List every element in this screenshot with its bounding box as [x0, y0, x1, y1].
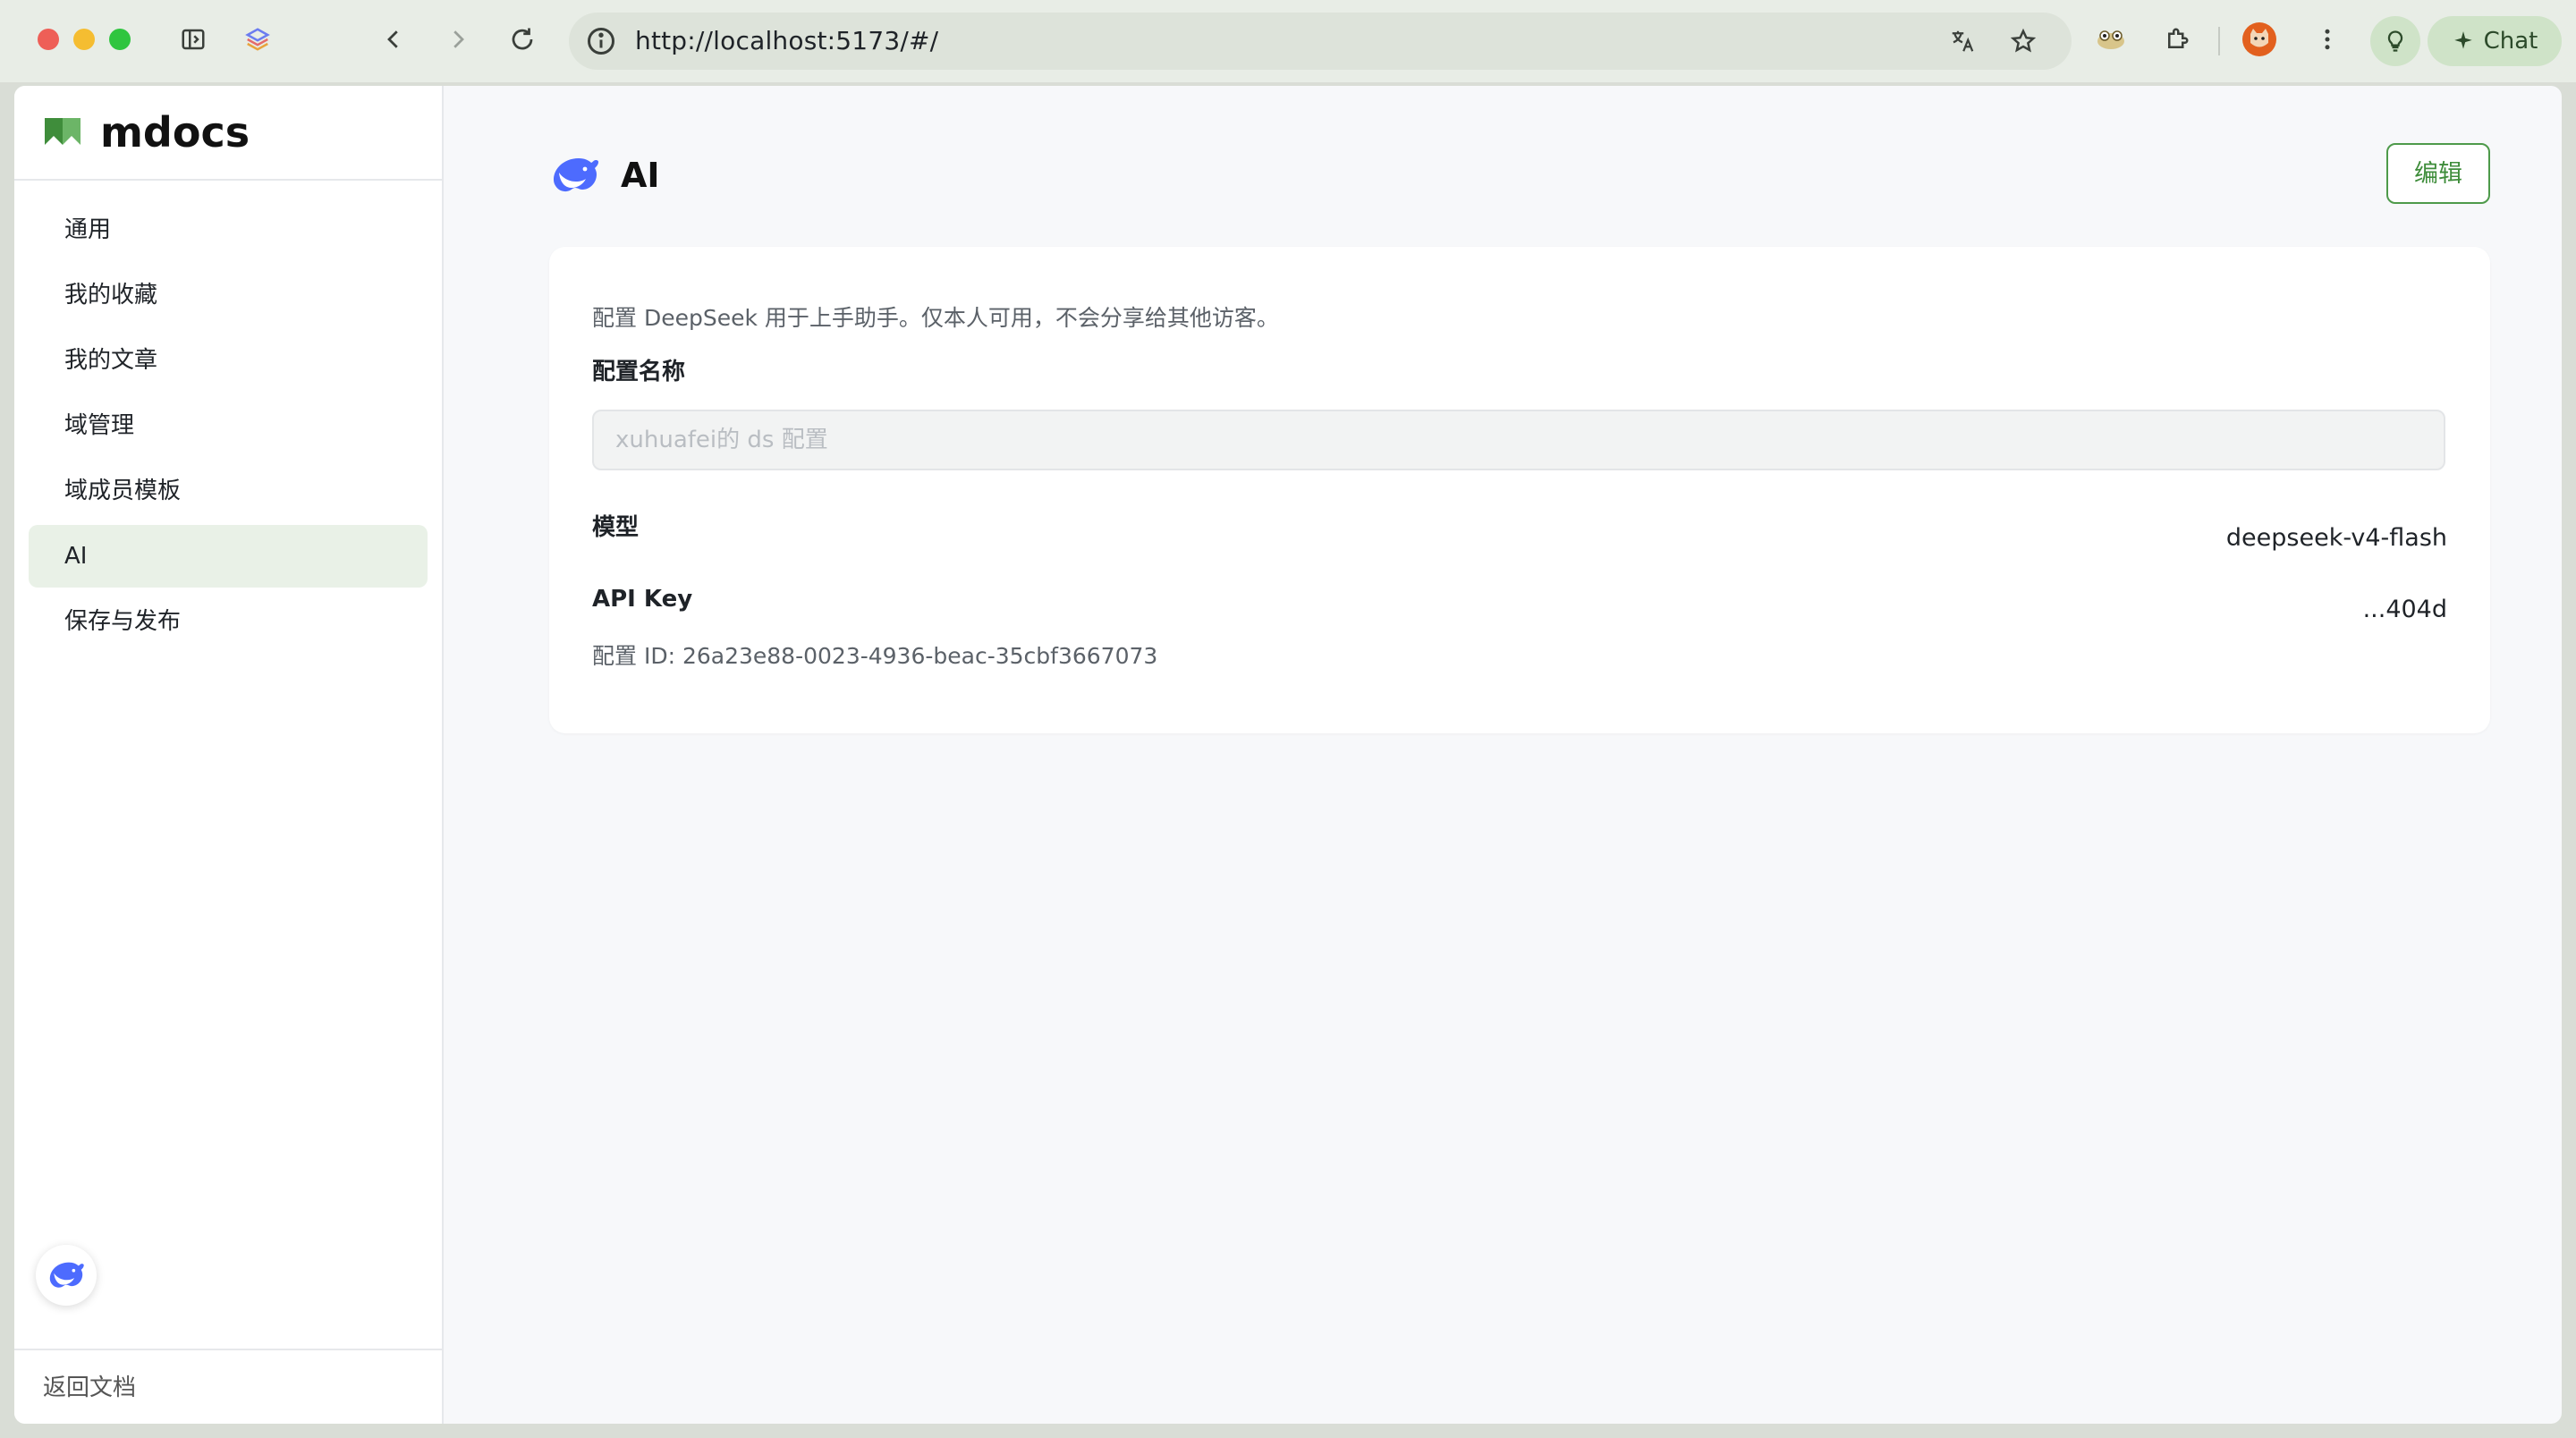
- layers-icon[interactable]: [238, 20, 277, 59]
- config-id: 配置 ID: 26a23e88-0023-4936-beac-35cbf3667…: [592, 643, 1158, 669]
- settings-nav: 通用 我的收藏 我的文章 域管理 域成员模板 AI 保存与发布: [29, 199, 428, 656]
- url-text[interactable]: http://localhost:5173/#/: [635, 25, 938, 57]
- extensions-puzzle-icon[interactable]: [2157, 20, 2197, 59]
- reload-icon[interactable]: [503, 20, 542, 59]
- app-window: mdocs 通用 我的收藏 我的文章 域管理 域成员模板 AI 保存与发布 返回…: [14, 86, 2562, 1424]
- page-header: AI: [549, 148, 660, 202]
- forward-icon[interactable]: [438, 20, 478, 59]
- browser-toolbar: http://localhost:5173/#/ Chat: [0, 0, 2576, 82]
- sidebar-footer: 返回文档: [14, 1349, 444, 1424]
- sidebar-item-ai[interactable]: AI: [29, 525, 428, 588]
- extension-frog-icon[interactable]: [2091, 20, 2131, 59]
- back-icon[interactable]: [374, 20, 413, 59]
- bookmark-flag-icon: [45, 118, 80, 145]
- sidebar-item-favorites[interactable]: 我的收藏: [29, 264, 428, 326]
- ai-config-card: 配置 DeepSeek 用于上手助手。仅本人可用，不会分享给其他访客。 配置名称…: [549, 247, 2490, 733]
- sidebar-item-general[interactable]: 通用: [29, 199, 428, 261]
- main-content: AI 编辑 配置 DeepSeek 用于上手助手。仅本人可用，不会分享给其他访客…: [445, 86, 2562, 1424]
- edit-button[interactable]: 编辑: [2386, 143, 2490, 204]
- close-window-button[interactable]: [38, 29, 59, 50]
- more-menu-icon[interactable]: [2308, 20, 2347, 59]
- bookmark-star-icon[interactable]: [2004, 21, 2043, 61]
- brand-name: mdocs: [100, 108, 250, 156]
- maximize-window-button[interactable]: [109, 29, 131, 50]
- lightbulb-icon[interactable]: [2370, 16, 2420, 66]
- sidebar-item-save-publish[interactable]: 保存与发布: [29, 590, 428, 653]
- config-description: 配置 DeepSeek 用于上手助手。仅本人可用，不会分享给其他访客。: [592, 305, 1279, 331]
- minimize-window-button[interactable]: [73, 29, 95, 50]
- sidebar-item-domain-management[interactable]: 域管理: [29, 394, 428, 457]
- api-key-label: API Key: [592, 586, 693, 613]
- page-title: AI: [621, 156, 660, 195]
- model-value: deepseek-v4-flash: [2225, 524, 2447, 552]
- deepseek-whale-icon: [554, 158, 598, 192]
- translate-icon[interactable]: [1943, 21, 1982, 61]
- site-info-icon[interactable]: [585, 25, 617, 57]
- config-name-label: 配置名称: [592, 359, 686, 385]
- sidebar-item-my-articles[interactable]: 我的文章: [29, 329, 428, 392]
- deepseek-whale-icon: [49, 1262, 84, 1288]
- sidebar-item-domain-member-templates[interactable]: 域成员模板: [29, 460, 428, 522]
- profile-avatar-icon[interactable]: [2240, 20, 2279, 59]
- toolbar-divider: [2218, 27, 2220, 55]
- back-to-docs-link[interactable]: 返回文档: [43, 1372, 136, 1404]
- deepseek-assistant-button[interactable]: [36, 1245, 97, 1306]
- brand-header: mdocs: [14, 86, 444, 181]
- sidebar: mdocs 通用 我的收藏 我的文章 域管理 域成员模板 AI 保存与发布 返回…: [14, 86, 444, 1424]
- sparkle-icon: [2453, 31, 2472, 49]
- sidebar-toggle-icon[interactable]: [174, 20, 213, 59]
- chat-label: Chat: [2483, 28, 2538, 55]
- api-key-value: ...404d: [2362, 596, 2447, 623]
- address-bar[interactable]: http://localhost:5173/#/: [569, 13, 2072, 70]
- model-label: 模型: [592, 514, 640, 541]
- config-name-input[interactable]: [592, 410, 2445, 470]
- chat-button[interactable]: Chat: [2428, 16, 2562, 66]
